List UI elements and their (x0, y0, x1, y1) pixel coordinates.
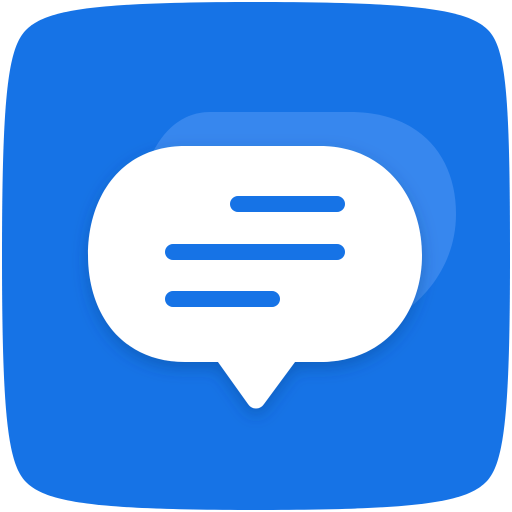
app-icon[interactable] (0, 0, 512, 512)
icon-canvas (0, 0, 512, 512)
